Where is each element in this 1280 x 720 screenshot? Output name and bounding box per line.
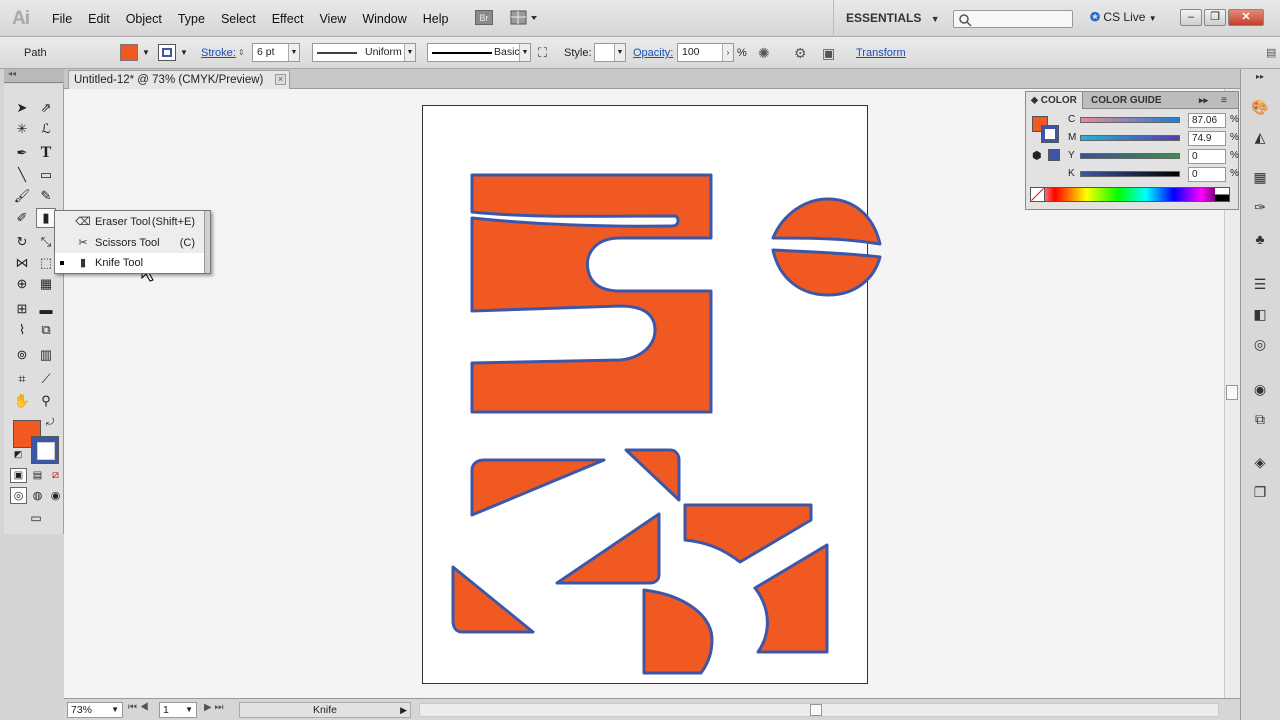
color-panel: ⬥ COLOR COLOR GUIDE ▸▸ ≡ ⬢ C 87.06 % M 7…: [1025, 91, 1239, 210]
black-label: K: [1068, 168, 1075, 179]
fragment-1: [470, 458, 606, 517]
magenta-label: M: [1068, 132, 1077, 143]
horizontal-scrollbar[interactable]: [419, 703, 1219, 717]
magenta-slider[interactable]: M 74.9 %: [1068, 131, 1239, 146]
tab-color-guide[interactable]: COLOR GUIDE: [1086, 92, 1167, 109]
selected-bullet-icon: [60, 261, 64, 265]
fragment-4: [555, 512, 661, 585]
status-bar: 73% ▼ ⏮ ◀ 1 ▼ ▶ ⏭ Knife ▶: [64, 698, 1240, 720]
eraser-tool-shortcut: (Shift+E): [151, 216, 195, 228]
tab-color[interactable]: ⬥ COLOR: [1026, 92, 1083, 109]
fragment-6: [642, 588, 714, 675]
chevron-down-icon: ▼: [111, 705, 119, 714]
stroke-panel-icon[interactable]: ☰: [1250, 274, 1270, 294]
cyan-value[interactable]: 87.06: [1188, 113, 1226, 128]
yellow-slider[interactable]: Y 0 %: [1068, 149, 1239, 164]
yellow-value[interactable]: 0: [1188, 149, 1226, 164]
tab-color-guide-label: COLOR GUIDE: [1091, 95, 1162, 106]
black-unit: %: [1230, 168, 1239, 179]
fragment-3: [683, 503, 813, 564]
last-page-icon[interactable]: ▶ ⏭: [204, 702, 223, 713]
eraser-icon: ⌫: [75, 216, 91, 228]
collapse-panel-icon[interactable]: ▸▸: [1194, 92, 1213, 109]
page-number-value: 1: [163, 704, 169, 716]
brushes-panel-icon[interactable]: ✑: [1250, 197, 1270, 217]
chevron-down-icon: ▼: [185, 705, 193, 714]
fragment-5: [451, 565, 535, 634]
color-panel-icon[interactable]: 🎨: [1250, 97, 1270, 117]
swatches-panel-icon[interactable]: ▦: [1250, 167, 1270, 187]
yellow-label: Y: [1068, 150, 1075, 161]
black-slider-track[interactable]: [1080, 171, 1180, 177]
circle-top-piece: [771, 197, 882, 246]
layers-panel-icon[interactable]: ◈: [1250, 452, 1270, 472]
color-guide-panel-icon[interactable]: ◭: [1250, 127, 1270, 147]
black-slider[interactable]: K 0 %: [1068, 167, 1239, 182]
cyan-label: C: [1068, 114, 1076, 125]
artboards-panel-icon[interactable]: ❐: [1250, 482, 1270, 502]
tab-color-label: COLOR: [1040, 95, 1077, 106]
status-tool-value: Knife: [313, 704, 337, 716]
symbols-panel-icon[interactable]: ♣: [1250, 229, 1270, 249]
yellow-slider-track[interactable]: [1080, 153, 1180, 159]
tearoff-strip[interactable]: [204, 211, 210, 273]
page-number-select[interactable]: 1 ▼: [159, 702, 197, 718]
eraser-tool-item[interactable]: ⌫ Eraser Tool (Shift+E): [55, 212, 205, 232]
black-white-swatch[interactable]: [1215, 188, 1229, 201]
gradient-panel-icon[interactable]: ◧: [1250, 304, 1270, 324]
first-page-icon[interactable]: ⏮ ◀: [128, 702, 149, 713]
color-spectrum[interactable]: [1030, 187, 1230, 202]
color-panel-tabs: ⬥ COLOR COLOR GUIDE ▸▸ ≡: [1026, 92, 1238, 109]
circle-bottom-piece: [771, 248, 882, 297]
knife-tool-label: Knife Tool: [95, 257, 144, 269]
magenta-value[interactable]: 74.9: [1188, 131, 1226, 146]
horizontal-scroll-thumb[interactable]: [810, 704, 822, 716]
cyan-slider[interactable]: C 87.06 %: [1068, 113, 1239, 128]
scissors-tool-label: Scissors Tool: [95, 237, 160, 249]
transparency-panel-icon[interactable]: ◎: [1250, 334, 1270, 354]
fragment-2: [624, 448, 681, 502]
magenta-unit: %: [1230, 132, 1239, 143]
s-shape: [470, 173, 713, 414]
scissors-icon: ✂: [78, 237, 88, 249]
zoom-select[interactable]: 73% ▼: [67, 702, 123, 718]
fragment-7: [753, 543, 829, 654]
chevron-right-icon: ▶: [400, 705, 407, 715]
appearance-panel-icon[interactable]: ◉: [1250, 379, 1270, 399]
black-value[interactable]: 0: [1188, 167, 1226, 182]
knife-icon: ▮: [79, 257, 87, 269]
right-panel-dock: ▸▸ 🎨 ◭ ▦ ✑ ♣ ☰ ◧ ◎ ◉ ⧉ ◈ ❐: [1240, 69, 1280, 720]
scissors-tool-shortcut: (C): [179, 237, 195, 249]
yellow-unit: %: [1230, 150, 1239, 161]
stroke-swatch[interactable]: [1041, 125, 1059, 143]
none-swatch[interactable]: [1031, 188, 1045, 201]
vertical-scroll-thumb[interactable]: [1226, 385, 1238, 400]
zoom-value: 73%: [71, 704, 93, 716]
knife-tool-item[interactable]: ▮ Knife Tool: [55, 253, 205, 273]
scissors-tool-item[interactable]: ✂ Scissors Tool (C): [55, 233, 205, 253]
knife-tool-flyout: ⌫ Eraser Tool (Shift+E) ✂ Scissors Tool …: [54, 210, 211, 274]
status-current-tool[interactable]: Knife ▶: [239, 702, 411, 718]
out-of-gamut-icon[interactable]: ⬢: [1032, 149, 1042, 162]
dock-collapse-icon[interactable]: ▸▸: [1250, 71, 1270, 81]
cyan-slider-track[interactable]: [1080, 117, 1180, 123]
magenta-slider-track[interactable]: [1080, 135, 1180, 141]
web-safe-swatch[interactable]: [1048, 149, 1060, 161]
panel-menu-icon[interactable]: ≡: [1216, 92, 1232, 109]
graphic-styles-panel-icon[interactable]: ⧉: [1250, 409, 1270, 429]
eraser-tool-label: Eraser Tool: [95, 216, 151, 228]
cyan-unit: %: [1230, 114, 1239, 125]
